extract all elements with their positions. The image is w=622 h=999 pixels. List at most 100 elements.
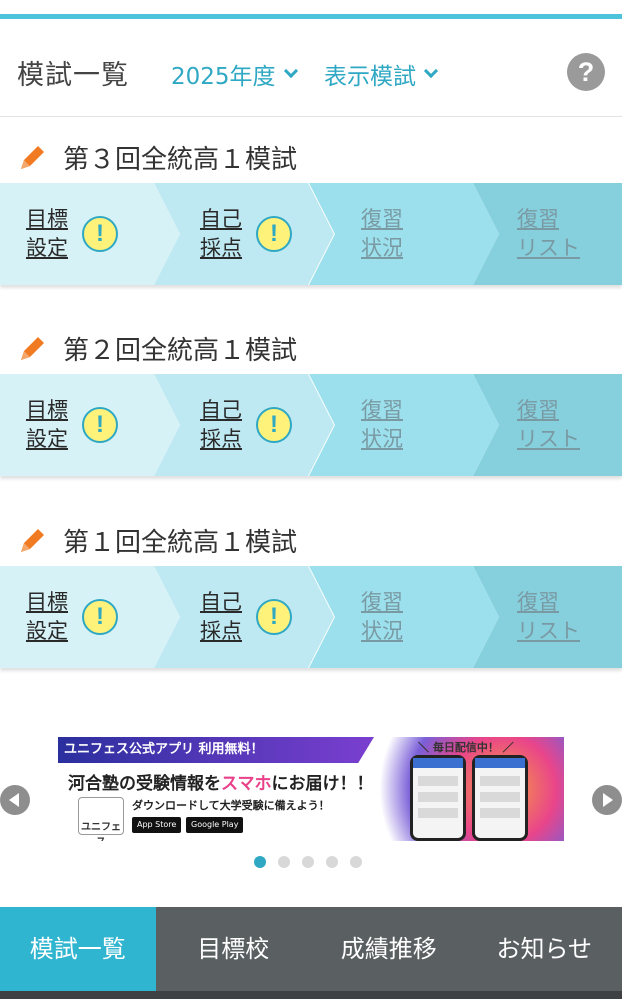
step-label[interactable]: 復習 リスト (517, 396, 580, 454)
exam-title-text: 第３回全統高１模試 (63, 144, 298, 175)
carousel-dot[interactable] (278, 856, 290, 868)
step-shape (309, 566, 499, 668)
step-label[interactable]: 自己 採点 (200, 396, 242, 454)
warning-icon: ! (256, 599, 292, 635)
exam-filter-label: 表示模試 (324, 64, 416, 90)
warning-icon: ! (82, 599, 118, 635)
step-label-line2: 採点 (200, 619, 242, 643)
pencil-icon (21, 529, 44, 552)
exam-filter-dropdown[interactable]: 表示模試 (324, 57, 439, 91)
step-2[interactable] (154, 183, 334, 285)
step-shape (154, 374, 334, 476)
step-3[interactable] (309, 183, 499, 285)
step-label[interactable]: 目標 設定 (26, 205, 68, 263)
step-label[interactable]: 復習 リスト (517, 205, 580, 263)
step-label-line1: 復習 (361, 398, 403, 422)
step-label-line1: 目標 (26, 398, 68, 422)
carousel-indicator (254, 856, 362, 868)
phone-screen-block (418, 776, 458, 786)
step-label-line2: 採点 (200, 236, 242, 260)
warning-icon: ! (82, 407, 118, 443)
progress-steps: 目標 設定! 自己 採点! 復習 状況 復習 リスト (0, 374, 622, 476)
banner-headline-prefix: 河合塾の受験情報を (68, 774, 221, 794)
phone-screen-block (418, 792, 458, 802)
warning-icon: ! (256, 407, 292, 443)
help-icon[interactable]: ? (567, 53, 605, 91)
banner-headline-suffix: にお届け！！ (271, 774, 374, 794)
step-label[interactable]: 目標 設定 (26, 588, 68, 646)
exam-title[interactable]: 第３回全統高１模試 (17, 137, 297, 177)
carousel-dot[interactable] (350, 856, 362, 868)
step-2[interactable] (154, 566, 334, 668)
carousel-dot[interactable] (302, 856, 314, 868)
phone-screen-block (480, 776, 520, 786)
step-label-line1: 自己 (200, 398, 242, 422)
step-label[interactable]: 復習 リスト (517, 588, 580, 646)
exam-title[interactable]: 第１回全統高１模試 (17, 520, 297, 560)
step-label[interactable]: 復習 状況 (361, 205, 403, 263)
step-shape (309, 374, 499, 476)
step-3[interactable] (309, 566, 499, 668)
step-label-line1: 復習 (517, 590, 559, 614)
pencil-icon (21, 146, 44, 169)
banner-headline: 河合塾の受験情報をスマホにお届け！！ (68, 769, 374, 794)
promo-banner[interactable]: ユニフェス公式アプリ 利用無料！ ＼ 毎日配信中！ ／ 河合塾の受験情報をスマホ… (58, 737, 564, 841)
step-label-line1: 復習 (361, 207, 403, 231)
step-label-line2: リスト (517, 427, 580, 451)
step-2[interactable] (154, 374, 334, 476)
tab-0[interactable]: 模試一覧 (0, 907, 156, 991)
exam-title-text: 第２回全統高１模試 (63, 335, 298, 366)
step-label-line1: 復習 (517, 207, 559, 231)
tab-3[interactable]: お知らせ (467, 907, 622, 991)
step-label[interactable]: 自己 採点 (200, 588, 242, 646)
step-label-line2: 状況 (361, 427, 403, 451)
step-label-line2: 設定 (26, 236, 68, 260)
exam-card: 第２回全統高１模試 目標 設定! 自己 採点! 復習 状況 復習 リスト (0, 328, 622, 478)
carousel-prev-button[interactable] (0, 785, 30, 815)
phone-screen-block (480, 792, 520, 802)
tab-2[interactable]: 成績推移 (311, 907, 467, 991)
step-shape (154, 566, 334, 668)
phone-image (472, 755, 528, 841)
step-3[interactable] (309, 374, 499, 476)
step-label[interactable]: 自己 採点 (200, 205, 242, 263)
step-label-line2: 採点 (200, 427, 242, 451)
carousel-dot[interactable] (254, 856, 266, 868)
phone-screen-block (480, 808, 520, 818)
chevron-down-icon (423, 63, 439, 79)
unifes-logo: ユニフェス (78, 797, 124, 841)
banner-subtext: ダウンロードして大学受験に備えよう！ (132, 799, 330, 812)
warning-icon: ! (82, 216, 118, 252)
step-label-line1: 目標 (26, 207, 68, 231)
carousel-dot[interactable] (326, 856, 338, 868)
pencil-icon (21, 337, 44, 360)
step-label[interactable]: 復習 状況 (361, 588, 403, 646)
banner-daily-label: ＼ 毎日配信中！ ／ (418, 741, 514, 754)
carousel-next-button[interactable] (592, 785, 622, 815)
phone-screen-bar (413, 758, 463, 768)
phone-screen-block (418, 808, 458, 818)
exam-title[interactable]: 第２回全統高１模試 (17, 328, 297, 368)
header: 模試一覧 2025年度 表示模試 ? (0, 19, 622, 117)
step-shape (309, 183, 499, 285)
step-label[interactable]: 復習 状況 (361, 396, 403, 454)
banner-headline-accent: スマホ (221, 774, 272, 794)
year-dropdown-label: 2025年度 (171, 64, 276, 90)
google-play-badge: Google Play (186, 817, 244, 833)
warning-icon: ! (256, 216, 292, 252)
exam-card: 第１回全統高１模試目標 設定! 自己採点! 復習 状況 復習 リスト (0, 520, 622, 670)
step-label-line2: リスト (517, 236, 580, 260)
banner-ribbon: ユニフェス公式アプリ 利用無料！ (58, 737, 374, 763)
tab-1[interactable]: 目標校 (156, 907, 312, 991)
step-label-line1: 復習 (517, 398, 559, 422)
app-store-badge: App Store (132, 817, 182, 833)
exam-title-text: 第１回全統高１模試 (63, 527, 298, 558)
step-label[interactable]: 目標 設定 (26, 396, 68, 454)
progress-steps: 目標 設定! 自己採点! 復習 状況 復習 リスト (0, 566, 622, 668)
year-dropdown[interactable]: 2025年度 (171, 57, 298, 91)
step-label-line1: 復習 (361, 590, 403, 614)
phone-screen-bar (475, 758, 525, 768)
step-label-line1: 自己 (200, 207, 242, 231)
phone-image (410, 755, 466, 841)
step-label-line1: 自己 (200, 590, 242, 614)
